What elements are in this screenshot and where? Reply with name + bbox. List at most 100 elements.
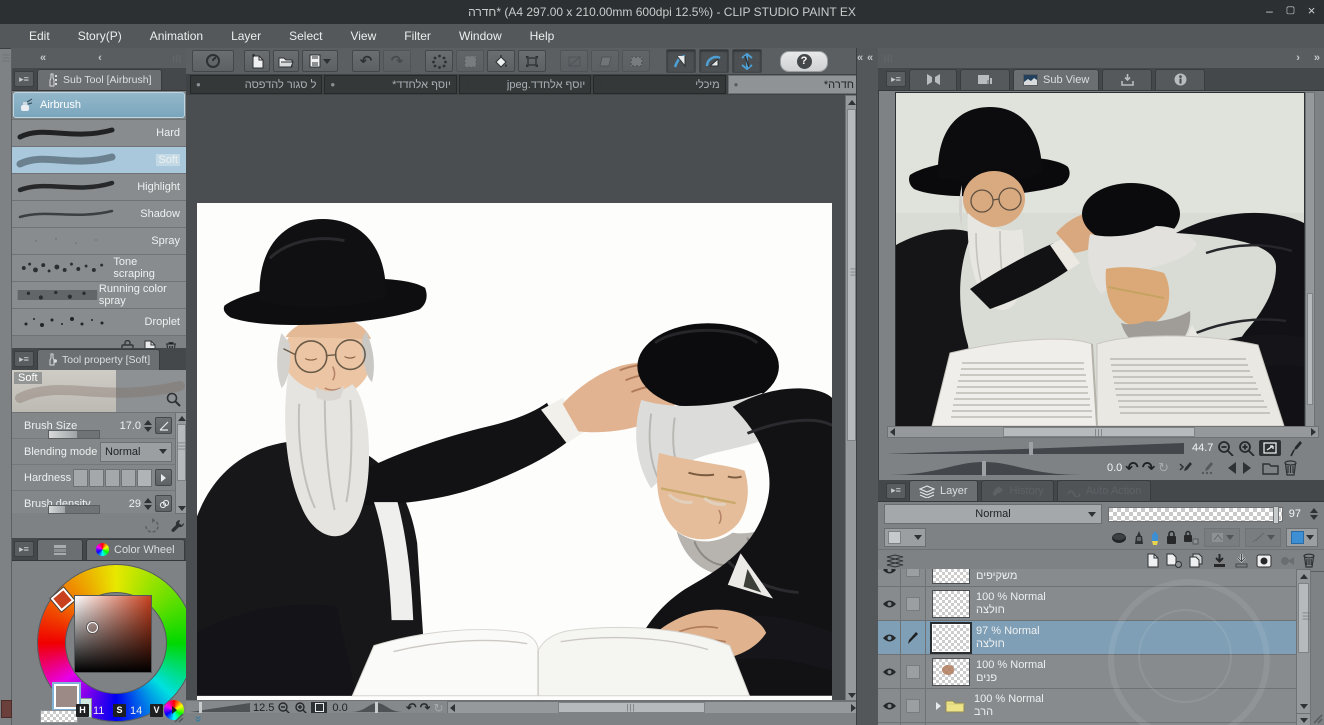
next-image-button[interactable] bbox=[1243, 462, 1252, 474]
blending-mode-select[interactable]: Normal bbox=[100, 441, 172, 462]
layer-opacity-value[interactable]: 97 bbox=[1289, 508, 1301, 520]
draft-layer-icon[interactable] bbox=[1150, 530, 1160, 546]
collapsed-color-swatch[interactable] bbox=[1, 700, 12, 718]
reselect-button[interactable] bbox=[456, 50, 484, 72]
canvas-rotation-slider[interactable] bbox=[350, 702, 403, 713]
clear-reference-icon[interactable] bbox=[1283, 460, 1298, 476]
doc-tab-5-active[interactable]: חדרה* ● bbox=[727, 75, 861, 94]
fit-to-screen-button[interactable] bbox=[311, 701, 328, 714]
left-edge-strip[interactable]: ||| bbox=[0, 48, 12, 725]
sub-view-rotate-ccw[interactable]: ↶ bbox=[1125, 458, 1138, 478]
auto-action-tab[interactable]: Auto Action bbox=[1056, 480, 1152, 501]
reference-layer-icon[interactable] bbox=[1133, 530, 1145, 545]
layer-thumbnail[interactable] bbox=[932, 589, 970, 618]
frame-border-button[interactable] bbox=[622, 50, 650, 72]
new-layer-dialog-icon[interactable] bbox=[1166, 553, 1182, 568]
canvas-viewport[interactable] bbox=[186, 95, 845, 700]
brush-size-up[interactable] bbox=[144, 419, 152, 425]
deselect-button[interactable] bbox=[425, 50, 453, 72]
sub-view-zoom-out-icon[interactable] bbox=[1217, 440, 1235, 456]
panel-menu-icon[interactable]: ▸≡ bbox=[14, 541, 34, 557]
clear-button[interactable] bbox=[487, 50, 515, 72]
opacity-up[interactable] bbox=[1310, 508, 1318, 513]
undo-button[interactable]: ↶ bbox=[352, 50, 380, 72]
brush-density-dynamics-button[interactable] bbox=[155, 495, 172, 512]
doc-tab-close-icon[interactable]: × bbox=[599, 79, 605, 91]
expand-right-icon[interactable]: › bbox=[1296, 52, 1300, 64]
eyedropper-settings-icon[interactable] bbox=[1199, 460, 1217, 476]
snap-grid-button[interactable] bbox=[732, 49, 762, 73]
menu-item-select[interactable]: Select bbox=[276, 29, 335, 43]
brush-item-shadow[interactable]: Shadow bbox=[12, 201, 186, 228]
hardness-step-5[interactable] bbox=[137, 468, 152, 487]
layer-thumbnail[interactable] bbox=[932, 569, 970, 584]
panel-menu-icon[interactable]: ▸≡ bbox=[14, 351, 34, 367]
brush-size-down[interactable] bbox=[144, 426, 152, 432]
maximize-button[interactable]: ▢ bbox=[1282, 3, 1299, 18]
scale-rotate-button[interactable] bbox=[518, 50, 546, 72]
layer-color-button[interactable] bbox=[1286, 528, 1318, 547]
brush-item-running-color-spray[interactable]: Running color spray bbox=[12, 282, 186, 309]
sv-marker[interactable] bbox=[87, 622, 98, 633]
sub-view-rotate-cw[interactable]: ↷ bbox=[1142, 458, 1155, 478]
sub-view-hscrollbar[interactable]: ||| bbox=[887, 426, 1319, 438]
history-tab[interactable]: History bbox=[980, 480, 1054, 501]
panel-resize-grip[interactable] bbox=[172, 711, 184, 723]
doc-tab-1[interactable]: ל סגור להדפסה ● bbox=[190, 75, 323, 94]
visibility-eye-icon[interactable] bbox=[882, 633, 897, 643]
hardness-expand-button[interactable] bbox=[155, 469, 172, 486]
transparent-color-swatch[interactable] bbox=[40, 710, 78, 723]
sub-view-fit-button[interactable] bbox=[1259, 440, 1282, 456]
brush-item-droplet[interactable]: Droplet bbox=[12, 309, 186, 336]
transfer-down-icon[interactable] bbox=[1234, 553, 1249, 568]
layer-checkbox[interactable] bbox=[906, 698, 920, 713]
reset-all-settings-icon[interactable] bbox=[144, 518, 160, 534]
sub-view-zoom-slider[interactable] bbox=[887, 441, 1184, 455]
canvas-page[interactable] bbox=[192, 203, 833, 700]
brush-density-down[interactable] bbox=[144, 504, 152, 510]
canvas-artwork[interactable] bbox=[192, 203, 833, 700]
info-tab[interactable] bbox=[1155, 68, 1206, 90]
brush-item-tone-scraping[interactable]: Tone scraping bbox=[12, 255, 186, 282]
brush-density-up[interactable] bbox=[144, 497, 152, 503]
lock-layer-icon[interactable] bbox=[1165, 530, 1178, 545]
brush-density-value[interactable]: 29 bbox=[129, 498, 141, 510]
panel-menu-icon[interactable]: ▸≡ bbox=[14, 71, 34, 87]
hardness-step-4[interactable] bbox=[121, 468, 136, 487]
sub-view-zoom-in-icon[interactable] bbox=[1238, 440, 1256, 456]
layer-name[interactable]: פנים bbox=[976, 672, 1046, 685]
menu-item-animation[interactable]: Animation bbox=[137, 29, 216, 43]
apply-mask-icon[interactable] bbox=[1279, 554, 1295, 568]
brush-item-soft[interactable]: Soft bbox=[12, 147, 186, 174]
layer-name[interactable]: משקיפים bbox=[976, 570, 1046, 583]
layer-name[interactable]: הרב bbox=[974, 706, 1044, 719]
doc-tab-4[interactable]: מיכלי × bbox=[593, 75, 726, 94]
visibility-eye-icon[interactable] bbox=[882, 569, 897, 575]
layer-name[interactable]: חולצה bbox=[976, 638, 1040, 651]
hue-ring-marker[interactable] bbox=[49, 586, 76, 613]
visibility-eye-icon[interactable] bbox=[882, 667, 897, 677]
import-tab[interactable] bbox=[1102, 68, 1153, 90]
wrench-icon[interactable] bbox=[170, 518, 186, 534]
redo-button[interactable]: ↷ bbox=[383, 50, 411, 72]
sub-view-reset-rotation[interactable]: ↻ bbox=[1158, 460, 1169, 476]
visibility-eye-icon[interactable] bbox=[882, 599, 897, 609]
menu-item-view[interactable]: View bbox=[337, 29, 389, 43]
sub-view-image[interactable] bbox=[895, 92, 1305, 427]
item-bank-tab[interactable] bbox=[960, 68, 1010, 90]
menu-item-help[interactable]: Help bbox=[517, 29, 568, 43]
canvas-zoom-slider[interactable] bbox=[190, 702, 250, 713]
delete-layer-icon[interactable] bbox=[1302, 553, 1316, 568]
open-file-button[interactable] bbox=[273, 50, 299, 72]
stroke-preview-settings-icon[interactable] bbox=[166, 392, 182, 408]
color-slider-tab[interactable] bbox=[37, 538, 83, 560]
eyedropper-icon[interactable] bbox=[1289, 440, 1303, 457]
help-button[interactable]: ? bbox=[780, 50, 828, 72]
menu-item-window[interactable]: Window bbox=[446, 29, 515, 43]
layer-thumbnail[interactable] bbox=[930, 621, 972, 654]
save-button[interactable] bbox=[302, 50, 338, 72]
new-file-button[interactable] bbox=[244, 50, 270, 72]
layer-mask-icon[interactable] bbox=[1256, 554, 1272, 568]
new-folder-icon[interactable] bbox=[1189, 553, 1205, 568]
hardness-step-1[interactable] bbox=[73, 468, 88, 487]
